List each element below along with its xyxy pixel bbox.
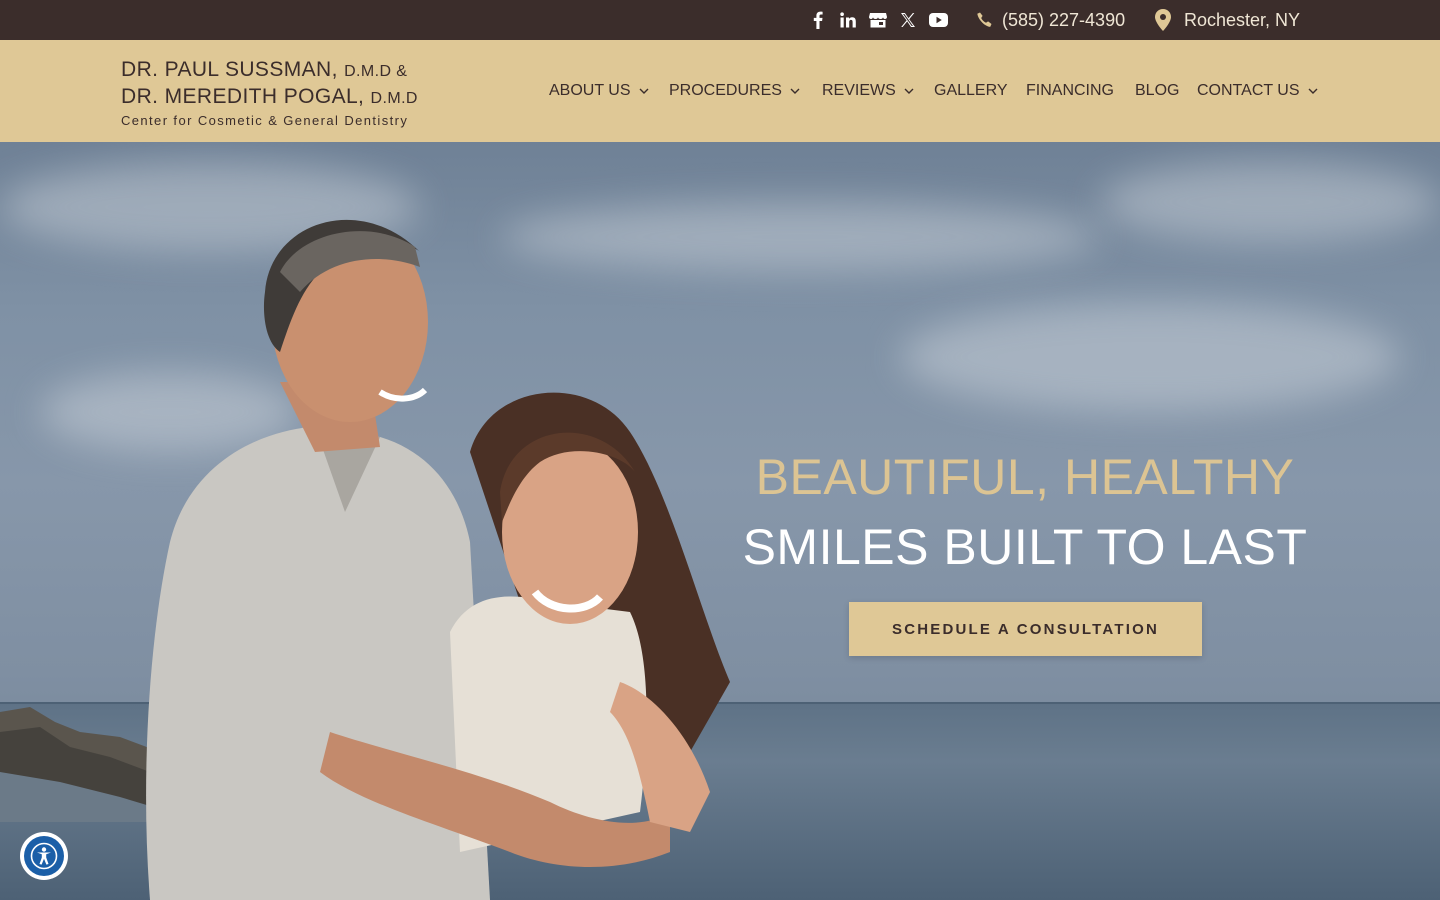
x-twitter-icon[interactable] xyxy=(898,10,918,30)
hero-headline-line-2: SMILES BUILT TO LAST xyxy=(742,519,1308,575)
nav-label: PROCEDURES xyxy=(669,82,782,99)
chevron-down-icon xyxy=(1308,88,1318,94)
cloud xyxy=(1100,162,1440,242)
nav-label: FINANCING xyxy=(1026,82,1114,99)
couple-photo xyxy=(146,219,730,900)
hero-section: BEAUTIFUL, HEALTHY SMILES BUILT TO LAST … xyxy=(0,142,1440,900)
logo-suffix-1: D.M.D & xyxy=(344,63,408,80)
chevron-down-icon xyxy=(639,88,648,94)
chevron-down-icon xyxy=(790,88,800,94)
logo-doctor-2: DR. MEREDITH POGAL, xyxy=(121,85,365,108)
top-bar: (585) 227-4390 Rochester, NY xyxy=(0,0,1440,40)
nav-financing[interactable]: FINANCING xyxy=(1026,80,1114,102)
map-pin-icon xyxy=(1155,9,1171,31)
location-link[interactable]: Rochester, NY xyxy=(1154,8,1300,32)
facebook-icon[interactable] xyxy=(809,10,827,30)
logo-suffix-2: D.M.D xyxy=(370,90,418,107)
phone-icon xyxy=(977,12,992,27)
phone-number: (585) 227-4390 xyxy=(1002,9,1126,30)
practice-logo[interactable]: DR. PAUL SUSSMAN, D.M.D & DR. MEREDITH P… xyxy=(121,57,418,128)
schedule-consultation-button[interactable]: SCHEDULE A CONSULTATION xyxy=(849,602,1202,656)
logo-line-2: DR. MEREDITH POGAL, D.M.D xyxy=(121,84,418,111)
nav-label: GALLERY xyxy=(934,82,1008,99)
nav-contact-us[interactable]: CONTACT US xyxy=(1197,80,1318,102)
nav-blog[interactable]: BLOG xyxy=(1135,80,1179,102)
google-business-icon[interactable] xyxy=(867,10,889,30)
nav-label: ABOUT US xyxy=(549,82,631,99)
location-text: Rochester, NY xyxy=(1184,9,1301,30)
logo-doctor-1: DR. PAUL SUSSMAN, xyxy=(121,58,338,81)
hero-headline-line-1: BEAUTIFUL, HEALTHY xyxy=(755,449,1295,505)
linkedin-icon[interactable] xyxy=(838,10,858,30)
nav-procedures[interactable]: PROCEDURES xyxy=(669,80,800,102)
nav-about-us[interactable]: ABOUT US xyxy=(549,80,649,102)
phone-link[interactable]: (585) 227-4390 xyxy=(976,8,1125,32)
nav-label: REVIEWS xyxy=(822,82,896,99)
accessibility-icon xyxy=(24,836,64,876)
nav-label: CONTACT US xyxy=(1197,82,1300,99)
logo-tagline: Center for Cosmetic & General Dentistry xyxy=(121,113,409,128)
nav-gallery[interactable]: GALLERY xyxy=(934,80,1008,102)
logo-line-1: DR. PAUL SUSSMAN, D.M.D & xyxy=(121,57,418,84)
nav-reviews[interactable]: REVIEWS xyxy=(822,80,914,102)
chevron-down-icon xyxy=(904,88,914,94)
youtube-icon[interactable] xyxy=(927,10,949,30)
nav-label: BLOG xyxy=(1135,82,1180,99)
accessibility-button[interactable] xyxy=(20,832,68,880)
cloud xyxy=(900,302,1400,412)
